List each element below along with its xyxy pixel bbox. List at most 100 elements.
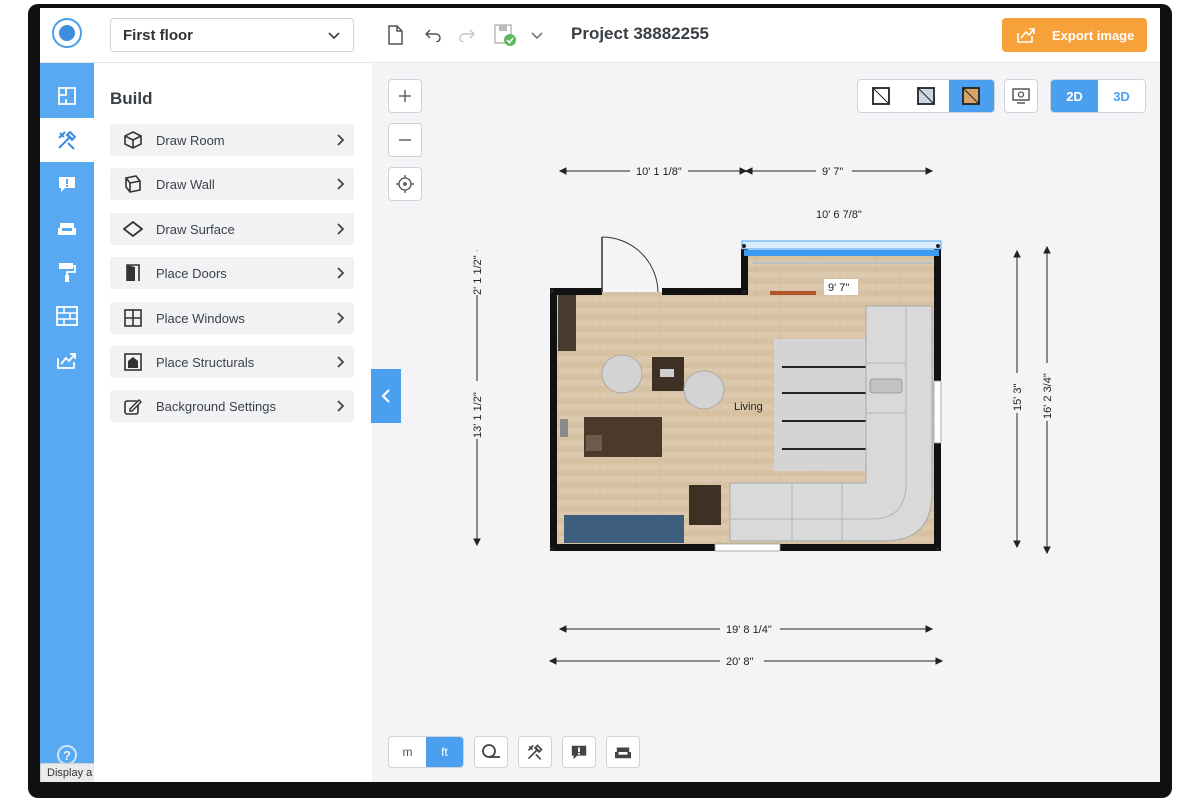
floor-select-value: First floor — [123, 26, 193, 44]
help-icon[interactable]: ? — [57, 745, 77, 765]
rail-info[interactable] — [40, 162, 94, 206]
dim-inner-small[interactable]: 9' 7" — [828, 282, 849, 294]
info-tool-button[interactable] — [562, 736, 596, 768]
menu-label: Background Settings — [156, 398, 276, 414]
cube-icon — [124, 131, 142, 149]
floor-select[interactable]: First floor — [110, 18, 354, 52]
dim-right-outer[interactable]: 16' 2 3/4" — [1042, 373, 1054, 419]
monitor-settings-icon — [1012, 88, 1030, 104]
project-title: Project 38882255 — [571, 24, 709, 43]
dim-top-right[interactable]: 9' 7" — [822, 166, 843, 178]
dim-left-upper[interactable]: 2' 1 1/2" — [472, 255, 484, 295]
view-outline-button[interactable] — [858, 80, 903, 112]
view-textured-button[interactable] — [948, 80, 994, 112]
app-logo[interactable] — [52, 18, 82, 48]
right-window[interactable] — [933, 380, 942, 444]
edit-background-icon — [124, 398, 142, 415]
plan-shaded-icon — [917, 87, 935, 105]
unit-m-button[interactable]: m — [389, 737, 426, 767]
dim-top-left[interactable]: 10' 1 1/8" — [636, 166, 682, 178]
rail-export[interactable] — [40, 338, 94, 382]
dim-right-inner[interactable]: 15' 3" — [1012, 383, 1024, 411]
door-icon — [126, 264, 140, 281]
door[interactable] — [601, 236, 659, 293]
plan-canvas[interactable]: Living 10' 1 1/8" 9' 7" 10' 6 7/8" 9' 7"… — [372, 63, 1160, 782]
chevron-down-icon — [328, 32, 340, 40]
dim-left-lower[interactable]: 13' 1 1/2" — [472, 392, 484, 438]
floor-plan-drawing[interactable]: Living 10' 1 1/8" 9' 7" 10' 6 7/8" 9' 7"… — [372, 63, 1160, 723]
undo-icon[interactable] — [420, 22, 446, 48]
unit-toggle: m ft — [388, 736, 464, 768]
export-icon — [1017, 28, 1035, 43]
menu-label: Place Windows — [156, 310, 245, 326]
build-tools-icon — [58, 130, 77, 150]
measure-tool-button[interactable] — [474, 736, 508, 768]
floorplan-icon — [58, 87, 76, 105]
dimension-toggle: 2D 3D — [1050, 79, 1146, 113]
top-window[interactable] — [741, 240, 942, 250]
window-icon — [124, 309, 142, 327]
build-tools-icon — [527, 744, 543, 760]
rail-paint[interactable] — [40, 250, 94, 294]
menu-place-windows[interactable]: Place Windows — [110, 302, 354, 334]
build-tool-button[interactable] — [518, 736, 552, 768]
menu-label: Draw Wall — [156, 176, 215, 192]
furniture-icon — [58, 223, 76, 235]
minus-icon — [399, 139, 411, 141]
export-image-button[interactable]: Export image — [1002, 18, 1147, 52]
chevron-right-icon — [337, 356, 345, 368]
menu-background-settings[interactable]: Background Settings — [110, 390, 354, 422]
crosshair-icon — [396, 175, 414, 193]
menu-label: Draw Surface — [156, 221, 235, 237]
diamond-icon — [123, 221, 143, 237]
plus-icon — [399, 90, 411, 102]
recenter-button[interactable] — [388, 167, 422, 201]
export-image-label: Export image — [1052, 27, 1135, 43]
chevron-right-icon — [337, 312, 345, 324]
menu-place-doors[interactable]: Place Doors — [110, 257, 354, 289]
menu-label: Place Structurals — [156, 354, 255, 370]
menu-label: Place Doors — [156, 265, 227, 281]
furniture-icon — [615, 747, 631, 759]
chevron-right-icon — [337, 134, 345, 146]
dim-bottom-inner[interactable]: 19' 8 1/4" — [726, 624, 772, 636]
menu-place-structurals[interactable]: Place Structurals — [110, 346, 354, 378]
menu-draw-room[interactable]: Draw Room — [110, 124, 354, 156]
menu-draw-surface[interactable]: Draw Surface — [110, 213, 354, 245]
bottom-window[interactable] — [714, 543, 781, 552]
unit-ft-button[interactable]: ft — [426, 737, 463, 767]
app-window: First floor Project 38882255 Export imag… — [40, 8, 1160, 782]
display-settings-button[interactable] — [1004, 79, 1038, 113]
rail-furniture[interactable] — [40, 206, 94, 250]
rail-build[interactable] — [40, 118, 94, 162]
tape-measure-icon — [482, 744, 500, 758]
rail-floorplan[interactable] — [40, 74, 94, 118]
build-panel: Build Draw Room Draw Wall Draw Surface P… — [94, 63, 372, 782]
view-style-group — [857, 79, 995, 113]
plan-outline-icon — [871, 87, 890, 105]
rail-materials[interactable] — [40, 294, 94, 338]
info-icon — [571, 745, 587, 760]
collapse-panel-button[interactable] — [371, 369, 401, 423]
info-icon — [59, 177, 75, 192]
furniture-tool-button[interactable] — [606, 736, 640, 768]
new-document-icon[interactable] — [382, 22, 408, 48]
chevron-right-icon — [337, 267, 345, 279]
view-2d-button[interactable]: 2D — [1051, 80, 1098, 112]
chevron-left-icon — [381, 389, 390, 403]
room-label[interactable]: Living — [734, 401, 763, 413]
panel-title: Build — [110, 89, 153, 108]
view-3d-button[interactable]: 3D — [1098, 80, 1145, 112]
menu-label: Draw Room — [156, 132, 225, 148]
wall-icon — [125, 175, 141, 193]
chevron-right-icon — [337, 178, 345, 190]
zoom-in-button[interactable] — [388, 79, 422, 113]
menu-draw-wall[interactable]: Draw Wall — [110, 168, 354, 200]
view-shaded-button[interactable] — [903, 80, 948, 112]
zoom-out-button[interactable] — [388, 123, 422, 157]
dim-bottom-outer[interactable]: 20' 8" — [726, 656, 754, 668]
dim-window-width[interactable]: 10' 6 7/8" — [816, 209, 862, 221]
plan-textured-icon — [962, 87, 981, 105]
redo-icon[interactable] — [454, 22, 480, 48]
chevron-right-icon — [337, 400, 345, 412]
